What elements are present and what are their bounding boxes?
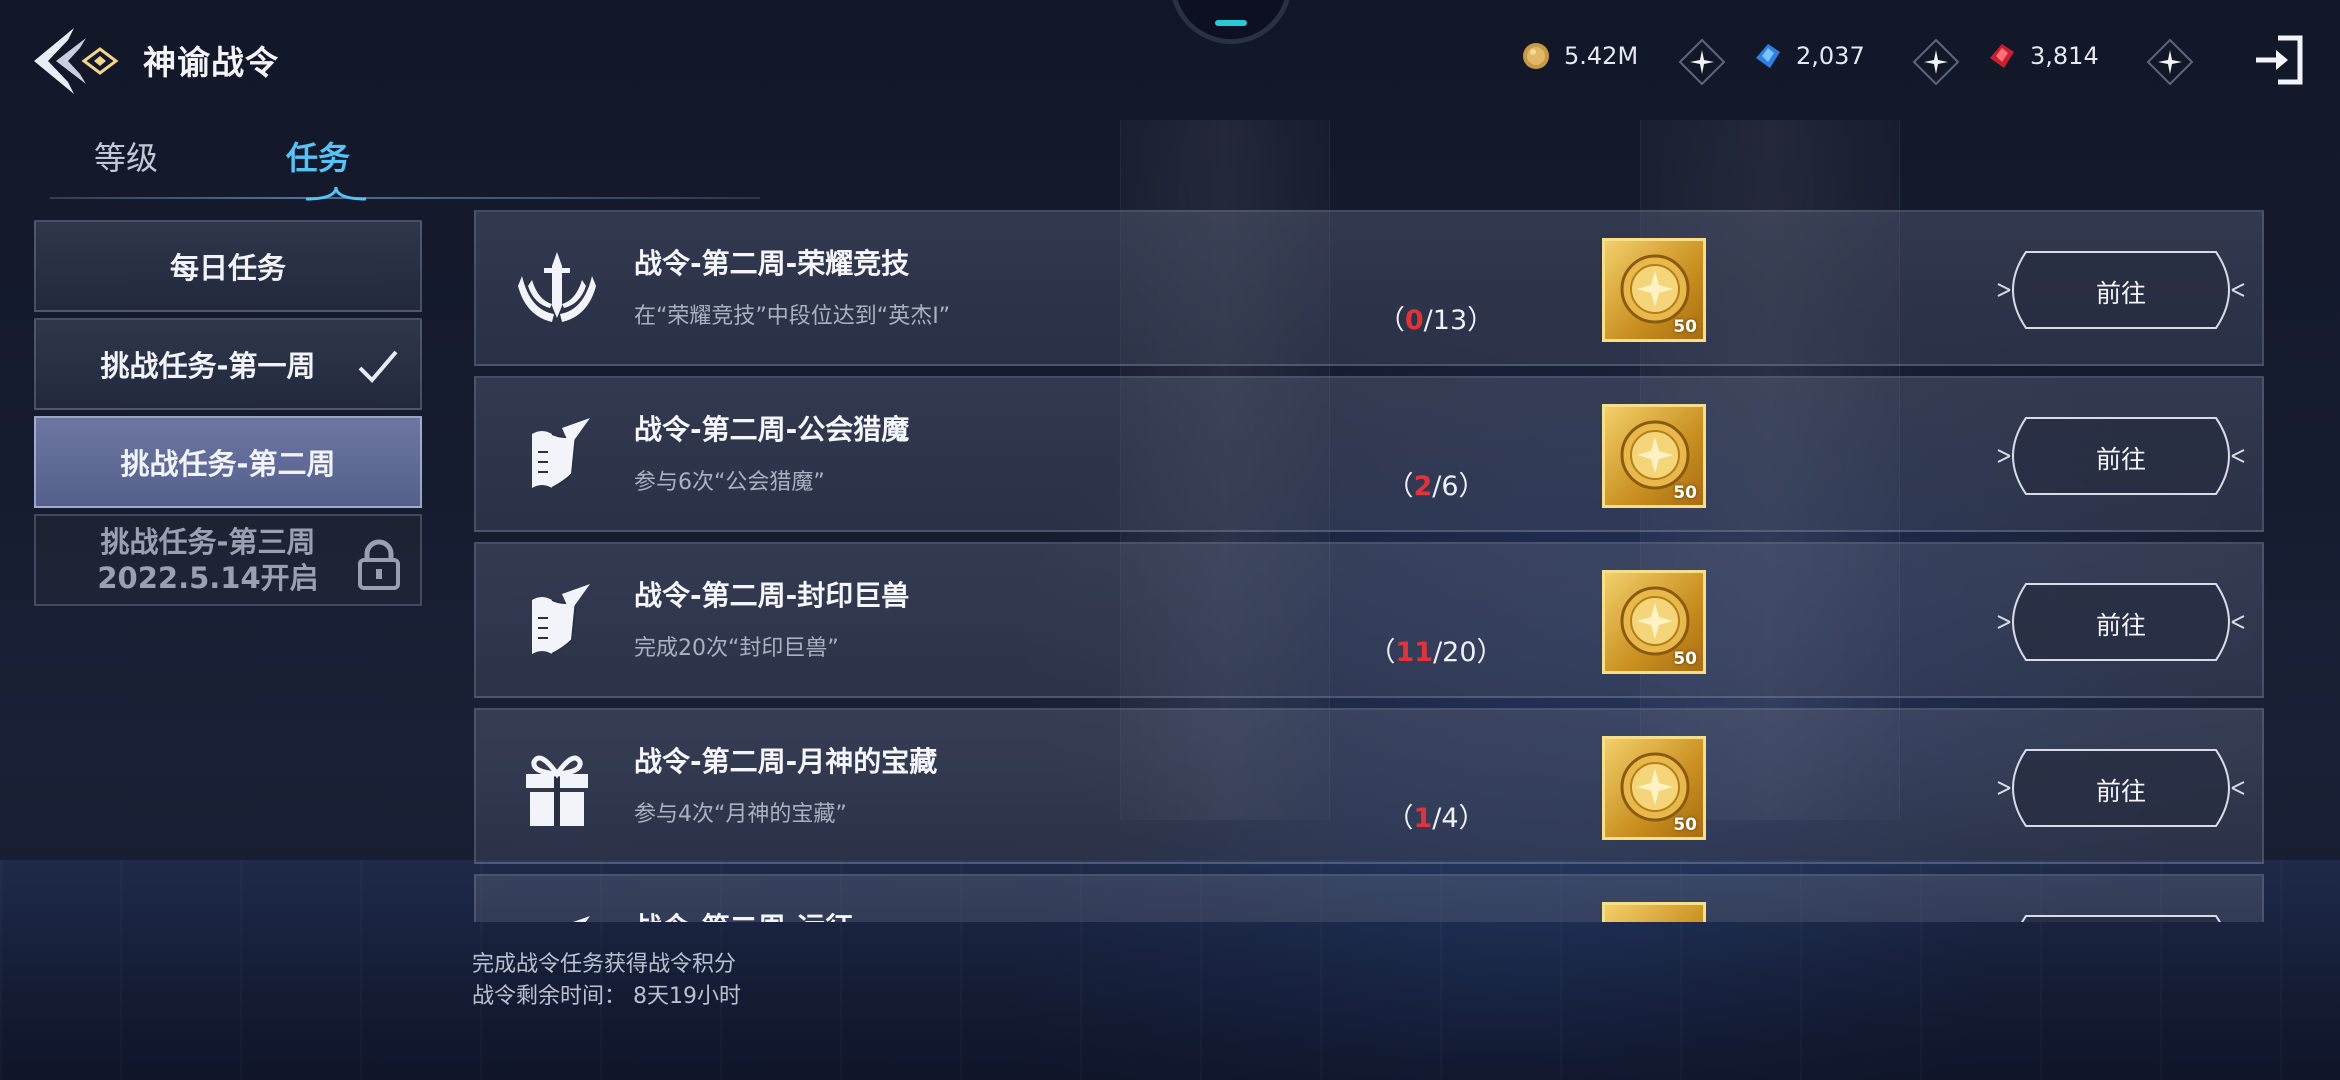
- add-gem-button[interactable]: [2146, 38, 2194, 86]
- go-button-label: 前往: [2095, 445, 2146, 474]
- gift-box-icon: [526, 755, 588, 826]
- progress-current: 0: [1404, 305, 1424, 336]
- scroll-quill-icon: [532, 584, 590, 655]
- task-row: 战令-第二周-远征: [474, 874, 2264, 922]
- camera-notch: [1170, 0, 1292, 44]
- sidebar-item-label: 挑战任务-第一周: [100, 349, 316, 383]
- button-frame-icon: [2021, 915, 2221, 922]
- scroll-quill-icon: [532, 418, 590, 489]
- go-button[interactable]: 前往: [1996, 580, 2246, 664]
- task-description: 在“荣耀竞技”中段位达到“英杰Ⅰ”: [634, 304, 951, 329]
- sidebar-item-label: 挑战任务-第三周: [100, 525, 316, 559]
- go-button-label: 前往: [2095, 777, 2146, 806]
- plus-diamond-icon: [2146, 38, 2194, 86]
- go-button[interactable]: [1996, 912, 2246, 922]
- progress-total: /20）: [1433, 637, 1504, 668]
- go-button[interactable]: 前往: [1996, 746, 2246, 830]
- footer-info: 完成战令任务获得战令积分: [472, 952, 737, 977]
- progress-total: /4）: [1432, 803, 1486, 834]
- exit-door-icon: [2256, 35, 2303, 85]
- checkmark-icon: [358, 350, 398, 383]
- progress-total: /13）: [1423, 305, 1495, 336]
- page-title: 神谕战令: [143, 43, 279, 82]
- gold-currency: 5.42M: [1520, 40, 1638, 72]
- reward-quantity: 50: [1673, 815, 1697, 835]
- progress-open-paren: （: [1377, 305, 1405, 336]
- task-title: 战令-第二周-公会猎魔: [634, 413, 910, 446]
- reward-quantity: 50: [1673, 649, 1697, 669]
- progress-open-paren: （: [1386, 803, 1414, 834]
- reward-item[interactable]: 50: [1602, 570, 1706, 674]
- main-tabs: 等级 任务: [50, 125, 770, 201]
- tab-grade[interactable]: 等级: [94, 133, 158, 179]
- sidebar-item-week1[interactable]: 挑战任务-第一周: [34, 318, 422, 410]
- tab-active-indicator-icon: [306, 186, 366, 201]
- task-progress: （0/13）: [1356, 298, 1516, 337]
- reward-quantity: 50: [1673, 483, 1697, 503]
- scroll-quill-icon: [573, 916, 590, 922]
- tab-task[interactable]: 任务: [286, 133, 350, 179]
- progress-open-paren: （: [1368, 637, 1396, 668]
- task-title: 战令-第二周-月神的宝藏: [634, 745, 938, 778]
- task-description: 参与4次“月神的宝藏”: [634, 802, 847, 827]
- task-progress: （1/4）: [1356, 796, 1516, 835]
- reward-item[interactable]: 50: [1602, 736, 1706, 840]
- tabs-divider: [50, 197, 760, 199]
- sidebar-item-week3[interactable]: 挑战任务-第三周 2022.5.14开启: [34, 514, 422, 606]
- crossed-swords-emblem-icon: [518, 252, 596, 322]
- back-button[interactable]: [28, 24, 124, 98]
- sidebar-item-week2[interactable]: 挑战任务-第二周: [34, 416, 422, 508]
- task-title: 战令-第二周-远征: [634, 906, 853, 922]
- exit-button[interactable]: [2252, 32, 2308, 88]
- go-button-label: 前往: [2095, 611, 2146, 640]
- sidebar-item-unlock-date: 2022.5.14开启: [97, 561, 319, 595]
- task-title: 战令-第二周-荣耀竞技: [634, 247, 910, 280]
- task-row: 战令-第二周-封印巨兽 完成20次“封印巨兽” （11/20） 50 前往: [474, 542, 2264, 698]
- go-button-label: 前往: [2095, 279, 2146, 308]
- lock-icon: [358, 539, 400, 590]
- top-bar: 神谕战令 5.42M 2,037 3,814: [0, 0, 2340, 120]
- go-button[interactable]: 前往: [1996, 248, 2246, 332]
- task-progress: （2/6）: [1356, 464, 1516, 503]
- progress-current: 2: [1413, 471, 1433, 502]
- diamond-amount: 2,037: [1796, 42, 1865, 70]
- back-arrow-icon: [34, 28, 119, 94]
- progress-open-paren: （: [1386, 471, 1414, 502]
- task-list[interactable]: 战令-第二周-荣耀竞技 在“荣耀竞技”中段位达到“英杰Ⅰ” （0/13） 50 …: [474, 210, 2264, 922]
- plus-diamond-icon: [1912, 38, 1960, 86]
- task-description: 完成20次“封印巨兽”: [634, 636, 839, 661]
- task-description: 参与6次“公会猎魔”: [634, 470, 825, 495]
- gold-coin-icon: [1523, 43, 1549, 69]
- diamond-currency: 2,037: [1752, 40, 1865, 72]
- add-diamond-button[interactable]: [1912, 38, 1960, 86]
- progress-current: 1: [1413, 803, 1433, 834]
- sidebar-item-daily[interactable]: 每日任务: [34, 220, 422, 312]
- task-row: 战令-第二周-荣耀竞技 在“荣耀竞技”中段位达到“英杰Ⅰ” （0/13） 50 …: [474, 210, 2264, 366]
- task-row: 战令-第二周-月神的宝藏 参与4次“月神的宝藏” （1/4） 50 前往: [474, 708, 2264, 864]
- task-title: 战令-第二周-封印巨兽: [634, 579, 910, 612]
- blue-diamond-icon: [1756, 44, 1780, 68]
- remaining-time: 战令剩余时间： 8天19小时: [472, 984, 741, 1009]
- add-gold-button[interactable]: [1678, 38, 1726, 86]
- reward-item[interactable]: 50: [1602, 404, 1706, 508]
- gold-amount: 5.42M: [1564, 42, 1639, 70]
- go-button[interactable]: 前往: [1996, 414, 2246, 498]
- progress-total: /6）: [1432, 471, 1486, 502]
- sidebar-item-label: 每日任务: [169, 251, 286, 285]
- task-row: 战令-第二周-公会猎魔 参与6次“公会猎魔” （2/6） 50 前往: [474, 376, 2264, 532]
- sidebar-item-label: 挑战任务-第二周: [120, 447, 336, 481]
- reward-item[interactable]: 50: [1602, 238, 1706, 342]
- progress-current: 11: [1395, 637, 1434, 668]
- task-progress: （11/20）: [1356, 630, 1516, 669]
- gem-amount: 3,814: [2030, 42, 2099, 70]
- red-gem-icon: [1990, 44, 2014, 68]
- reward-quantity: 50: [1673, 317, 1697, 337]
- gem-currency: 3,814: [1986, 40, 2099, 72]
- plus-diamond-icon: [1678, 38, 1726, 86]
- reward-item[interactable]: [1602, 902, 1706, 922]
